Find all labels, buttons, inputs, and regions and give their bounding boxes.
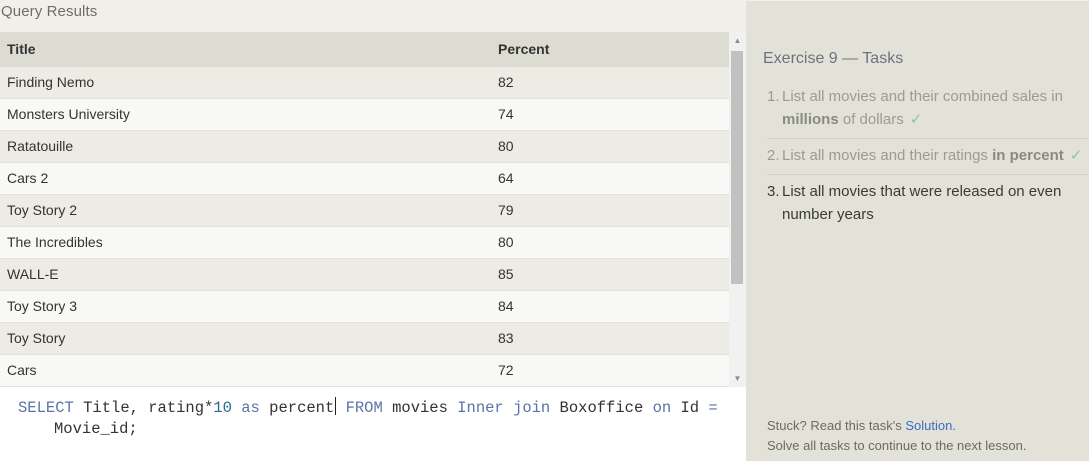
cell-percent: 64	[491, 162, 729, 195]
column-header-percent: Percent	[491, 32, 729, 67]
scroll-up-arrow-icon[interactable]: ▲	[729, 32, 746, 49]
table-row: Toy Story 83	[0, 322, 729, 355]
task-text: List all movies that were released on ev…	[782, 183, 1062, 223]
solve-all-text: Solve all tasks to continue to the next …	[767, 438, 1027, 453]
task-emphasis: in percent	[992, 147, 1064, 164]
code-operator: =	[708, 399, 718, 417]
cell-title: Toy Story	[0, 322, 491, 355]
keyword-inner-join: Inner join	[457, 399, 551, 417]
code-text: percent	[259, 399, 335, 417]
column-header-title: Title	[0, 32, 491, 67]
keyword-as: as	[231, 399, 260, 417]
cell-percent: 85	[491, 258, 729, 291]
table-row: The Incredibles 80	[0, 226, 729, 259]
table-row: Toy Story 3 84	[0, 290, 729, 323]
cell-title: Finding Nemo	[0, 66, 491, 99]
table-row: Cars 2 64	[0, 162, 729, 195]
cell-title: Monsters University	[0, 98, 491, 131]
code-text: movies	[382, 399, 458, 417]
query-results-title: Query Results	[1, 3, 98, 20]
cell-title: WALL-E	[0, 258, 491, 291]
task-number: 1.	[767, 88, 780, 105]
query-results-header: Query Results	[0, 0, 746, 32]
keyword-from: FROM	[336, 399, 383, 417]
table-row: Finding Nemo 82	[0, 66, 729, 99]
checkmark-icon: ✓	[1069, 147, 1083, 164]
cell-title: Ratatouille	[0, 130, 491, 163]
cell-percent: 80	[491, 130, 729, 163]
code-text: Boxoffice	[550, 399, 653, 417]
code-number: 10	[213, 399, 232, 417]
cell-percent: 74	[491, 98, 729, 131]
code-text: Id	[671, 399, 709, 417]
editor-line-2: Movie_id;	[54, 420, 138, 438]
task-number: 3.	[767, 183, 780, 200]
solution-link[interactable]: Solution.	[905, 418, 956, 433]
table-header-row: Title Percent	[0, 32, 729, 67]
table-row: Cars 72	[0, 354, 729, 387]
stuck-text: Stuck? Read this task's	[767, 418, 906, 433]
task-text: List all movies and their combined sales…	[782, 88, 1063, 105]
task-text: List all movies and their ratings	[782, 147, 993, 164]
editor-line-1: SELECT Title, rating*10 as percent FROM …	[18, 397, 746, 419]
table-row: Ratatouille 80	[0, 130, 729, 163]
cell-title: Cars	[0, 354, 491, 387]
cell-percent: 82	[491, 66, 729, 99]
table-row: WALL-E 85	[0, 258, 729, 291]
task-item-1: 1. List all movies and their combined sa…	[767, 85, 1089, 138]
cell-percent: 80	[491, 226, 729, 259]
task-item-2: 2. List all movies and their ratings in …	[767, 138, 1089, 174]
task-item-3: 3. List all movies that were released on…	[767, 174, 1089, 233]
cell-title: The Incredibles	[0, 226, 491, 259]
task-emphasis: millions	[782, 111, 839, 128]
cell-percent: 84	[491, 290, 729, 323]
footer-note: Stuck? Read this task's Solution. Solve …	[767, 416, 1026, 456]
sql-editor[interactable]: SELECT Title, rating*10 as percent FROM …	[0, 387, 746, 461]
code-text: Title, rating*	[73, 399, 214, 417]
keyword-select: SELECT	[18, 399, 74, 417]
cell-title: Toy Story 2	[0, 194, 491, 227]
results-scrollbar[interactable]: ▲ ▼	[729, 32, 746, 387]
table-row: Toy Story 2 79	[0, 194, 729, 227]
cell-percent: 79	[491, 194, 729, 227]
scroll-down-arrow-icon[interactable]: ▼	[729, 370, 746, 387]
cell-title: Toy Story 3	[0, 290, 491, 323]
checkmark-icon: ✓	[909, 111, 923, 128]
tasks-title: Exercise 9 — Tasks	[763, 50, 904, 67]
scrollbar-thumb[interactable]	[731, 51, 743, 284]
task-text: of dollars	[838, 111, 904, 128]
keyword-on: on	[652, 399, 672, 417]
stuck-line: Stuck? Read this task's Solution.	[767, 416, 1026, 436]
cell-percent: 83	[491, 322, 729, 355]
table-row: Monsters University 74	[0, 98, 729, 131]
tasks-panel: Exercise 9 — Tasks 1. List all movies an…	[746, 0, 1089, 461]
cell-percent: 72	[491, 354, 729, 387]
results-table-container: Title Percent Finding Nemo 82 Monsters U…	[0, 32, 746, 387]
results-table: Title Percent Finding Nemo 82 Monsters U…	[0, 32, 729, 387]
cell-title: Cars 2	[0, 162, 491, 195]
task-list: 1. List all movies and their combined sa…	[767, 85, 1089, 233]
task-number: 2.	[767, 147, 780, 164]
